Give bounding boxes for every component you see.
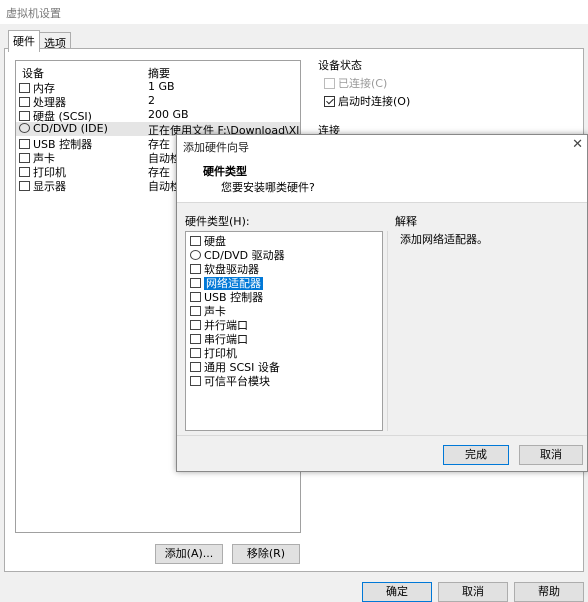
list-item[interactable]: 通用 SCSI 设备 xyxy=(190,359,280,374)
device-summary: 200 GB xyxy=(148,108,189,121)
device-row-harddisk[interactable]: 硬盘 (SCSI) 200 GB xyxy=(16,108,300,123)
harddisk-icon xyxy=(190,236,201,246)
finish-button[interactable]: 完成 xyxy=(443,445,509,465)
connected-label: 已连接(C) xyxy=(338,77,388,90)
wizard-cancel-button[interactable]: 取消 xyxy=(519,445,583,465)
list-item[interactable]: 串行端口 xyxy=(190,331,248,346)
hardware-type-list[interactable]: 硬盘 CD/DVD 驱动器 软盘驱动器 网络适配器 USB 控制器 声卡 并行端… xyxy=(185,231,383,431)
memory-icon xyxy=(19,83,30,93)
window-title: 虚拟机设置 xyxy=(6,7,61,20)
wizard-footer: 完成 取消 xyxy=(177,435,587,471)
close-icon[interactable]: ✕ xyxy=(572,137,583,152)
device-column-header: 设备 xyxy=(22,67,44,80)
checkmark-icon xyxy=(324,96,335,107)
list-item[interactable]: USB 控制器 xyxy=(190,289,263,304)
tpm-icon xyxy=(190,376,201,386)
hardware-type-label: 硬件类型(H): xyxy=(185,215,250,228)
tab-strip: 硬件 选项 xyxy=(0,24,588,52)
cpu-icon xyxy=(19,97,30,107)
connect-at-power-on-label: 启动时连接(O) xyxy=(338,95,411,108)
explain-title: 解释 xyxy=(395,215,417,228)
device-name: 显示器 xyxy=(33,180,66,193)
sound-card-icon xyxy=(190,306,201,316)
serial-port-icon xyxy=(190,334,201,344)
usb-icon xyxy=(19,139,30,149)
list-item[interactable]: 打印机 xyxy=(190,345,237,360)
device-name: CD/DVD (IDE) xyxy=(33,122,108,135)
list-item[interactable]: 可信平台模块 xyxy=(190,373,270,388)
sound-card-icon xyxy=(19,153,30,163)
summary-column-header: 摘要 xyxy=(148,67,170,80)
help-button[interactable]: 帮助 xyxy=(514,582,584,602)
tab-hardware[interactable]: 硬件 xyxy=(8,30,40,52)
floppy-icon xyxy=(190,264,201,274)
list-item[interactable]: CD/DVD 驱动器 xyxy=(190,247,285,262)
usb-icon xyxy=(190,292,201,302)
explain-panel: 添加网络适配器。 xyxy=(387,231,583,431)
parallel-port-icon xyxy=(190,320,201,330)
list-item[interactable]: 并行端口 xyxy=(190,317,248,332)
wizard-header: 硬件类型 您要安装哪类硬件? xyxy=(177,155,587,203)
remove-button[interactable]: 移除(R) xyxy=(232,544,300,564)
wizard-title: 添加硬件向导 xyxy=(183,141,249,154)
device-row-memory[interactable]: 内存 1 GB xyxy=(16,80,300,95)
list-item[interactable]: 声卡 xyxy=(190,303,226,318)
connected-checkbox[interactable]: 已连接(C) xyxy=(324,75,387,91)
wizard-header-subtitle: 您要安装哪类硬件? xyxy=(221,181,315,194)
add-button[interactable]: 添加(A)... xyxy=(155,544,223,564)
generic-scsi-icon xyxy=(190,362,201,372)
title-bar: 虚拟机设置 xyxy=(0,0,588,24)
network-adapter-icon xyxy=(190,278,201,288)
add-hardware-wizard: 添加硬件向导 ✕ 硬件类型 您要安装哪类硬件? 硬件类型(H): 解释 硬盘 C… xyxy=(176,134,588,472)
cd-dvd-icon xyxy=(190,250,201,260)
harddisk-icon xyxy=(19,111,30,121)
device-status-group-title: 设备状态 xyxy=(318,59,362,72)
wizard-header-title: 硬件类型 xyxy=(203,165,247,178)
printer-icon xyxy=(190,348,201,358)
display-icon xyxy=(19,181,30,191)
cd-dvd-icon xyxy=(19,123,30,133)
printer-icon xyxy=(19,167,30,177)
ok-button[interactable]: 确定 xyxy=(362,582,432,602)
device-summary: 2 xyxy=(148,94,155,107)
explain-text: 添加网络适配器。 xyxy=(400,233,488,246)
device-row-cpu[interactable]: 处理器 2 xyxy=(16,94,300,109)
list-item[interactable]: 硬盘 xyxy=(190,233,226,248)
cancel-button[interactable]: 取消 xyxy=(438,582,508,602)
list-item-selected[interactable]: 网络适配器 xyxy=(190,275,263,290)
checkbox-icon xyxy=(324,78,335,89)
connect-at-power-on-checkbox[interactable]: 启动时连接(O) xyxy=(324,93,410,109)
device-summary: 1 GB xyxy=(148,80,175,93)
list-item[interactable]: 软盘驱动器 xyxy=(190,261,259,276)
